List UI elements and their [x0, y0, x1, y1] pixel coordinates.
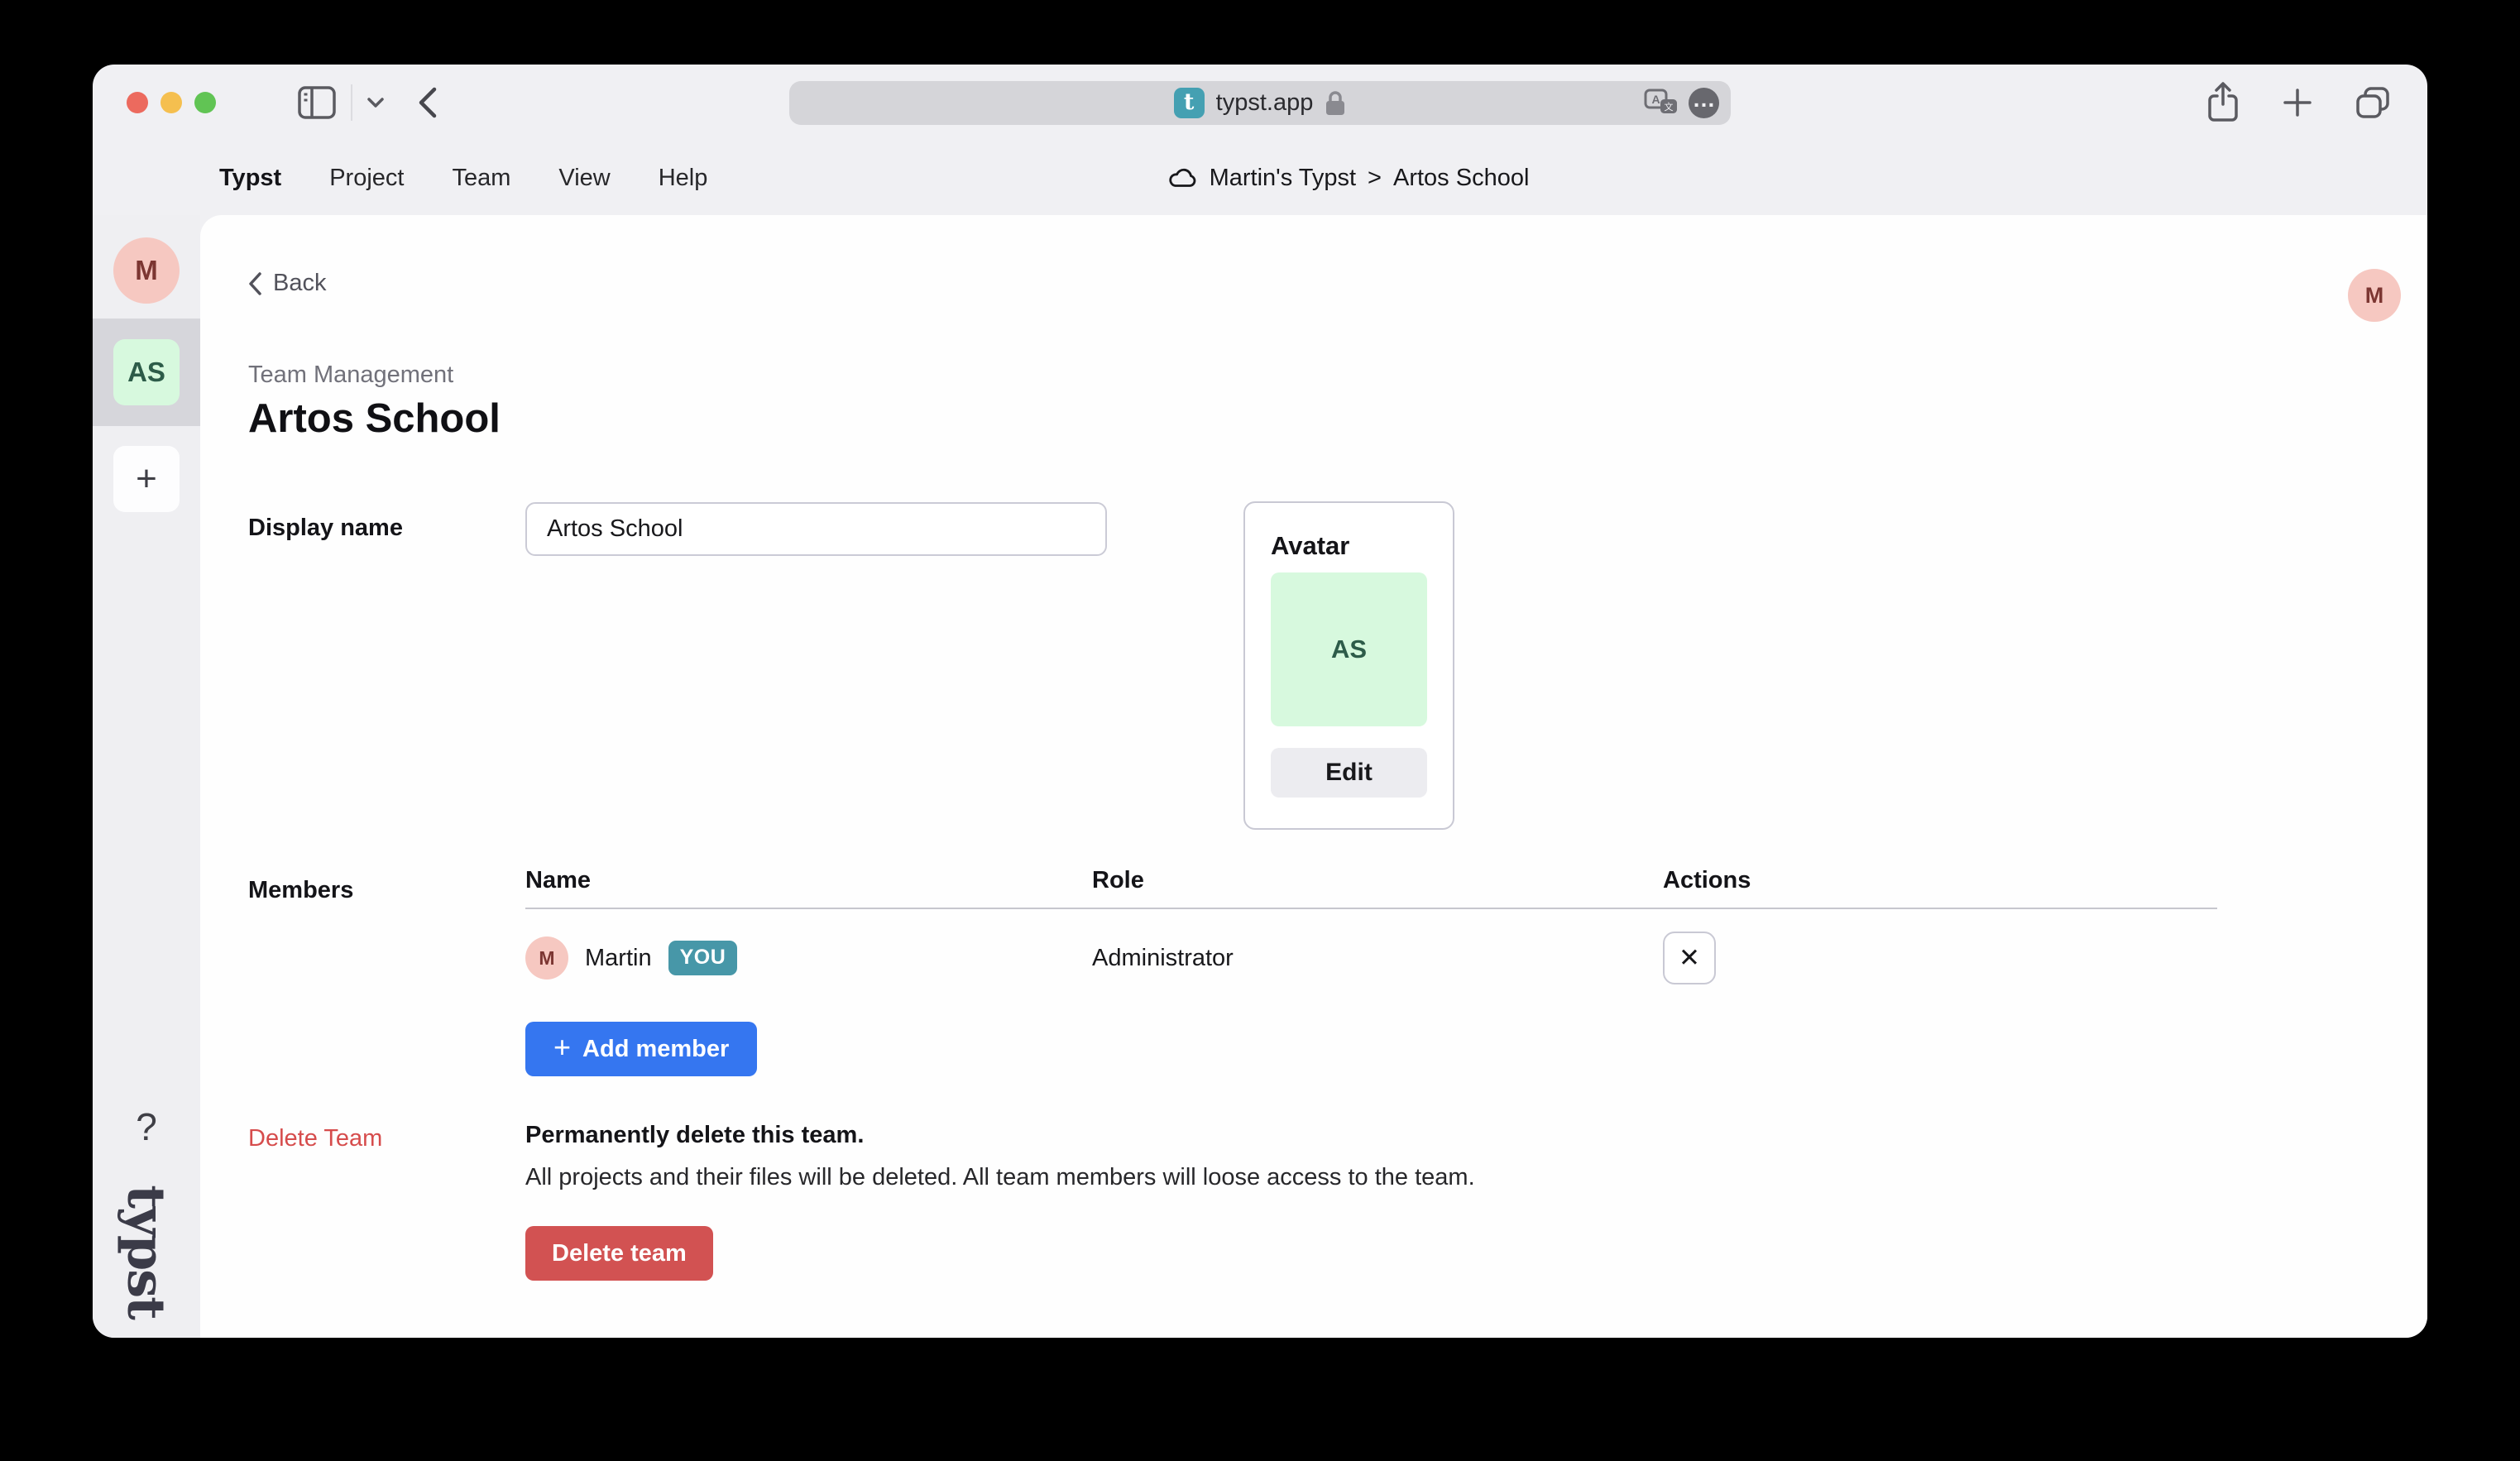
address-bar-tools: A 文 …	[1644, 81, 1719, 125]
address-bar[interactable]: t typst.app A 文	[789, 81, 1731, 125]
menu-team[interactable]: Team	[452, 165, 510, 192]
member-role: Administrator	[1092, 945, 1663, 972]
member-name-cell: M Martin YOU	[525, 936, 1092, 980]
page-title: Artos School	[248, 395, 501, 442]
add-member-button[interactable]: + Add member	[525, 1022, 757, 1076]
sidebar-selected-band: AS	[93, 319, 200, 426]
delete-team-button[interactable]: Delete team	[525, 1226, 713, 1281]
member-actions-cell: ✕	[1663, 932, 2217, 984]
section-eyebrow: Team Management	[248, 362, 453, 389]
members-label: Members	[248, 877, 353, 904]
breadcrumb-current[interactable]: Artos School	[1393, 165, 1529, 192]
content-area: M AS + ? typst Back M	[93, 215, 2427, 1338]
address-bar-content: t typst.app	[1174, 88, 1347, 118]
app-header: Typst Project Team View Help Martin's Ty…	[93, 141, 2427, 215]
sidebar-user-avatar[interactable]: M	[113, 237, 180, 304]
display-name-input[interactable]	[525, 502, 1107, 556]
sidebar: M AS + ? typst	[93, 215, 200, 1338]
url-text: typst.app	[1216, 89, 1314, 117]
chevron-down-icon[interactable]	[366, 96, 386, 109]
table-divider	[525, 908, 2217, 909]
members-table-header: Name Role Actions	[525, 867, 2217, 894]
svg-text:A: A	[1651, 93, 1660, 106]
back-link[interactable]: Back	[247, 270, 326, 297]
help-icon[interactable]: ?	[136, 1104, 157, 1149]
column-header-actions: Actions	[1663, 867, 2217, 894]
delete-warning-body: All projects and their files will be del…	[525, 1164, 1932, 1191]
close-window-button[interactable]	[127, 92, 148, 113]
sidebar-bottom: ? typst	[93, 1104, 200, 1326]
browser-window: t typst.app A 文	[93, 65, 2427, 1338]
display-name-label: Display name	[248, 515, 403, 542]
column-header-name: Name	[525, 867, 1092, 894]
traffic-lights	[127, 92, 216, 113]
tab-overview-icon[interactable]	[2355, 85, 2391, 120]
cloud-icon	[1168, 167, 1198, 189]
sidebar-team-avatar[interactable]: AS	[113, 339, 180, 405]
breadcrumb-workspace[interactable]: Martin's Typst	[1210, 165, 1356, 192]
column-header-role: Role	[1092, 867, 1663, 894]
add-member-label: Add member	[582, 1036, 729, 1063]
breadcrumb: Martin's Typst > Artos School	[1168, 141, 1530, 215]
delete-team-block: Permanently delete this team. All projec…	[525, 1122, 1932, 1281]
delete-warning-title: Permanently delete this team.	[525, 1122, 1932, 1149]
typst-logo-wrap: typst	[93, 1177, 200, 1326]
avatar-card: Avatar AS Edit	[1243, 501, 1454, 830]
sidebar-add-team-button[interactable]: +	[113, 446, 180, 512]
zoom-window-button[interactable]	[194, 92, 216, 113]
divider	[351, 84, 352, 121]
back-navigation-icon[interactable]	[415, 85, 438, 120]
site-favicon: t	[1174, 88, 1205, 118]
you-badge: YOU	[668, 941, 738, 975]
chrome-right-icons	[2206, 65, 2391, 141]
remove-member-button[interactable]: ✕	[1663, 932, 1716, 984]
lock-icon	[1325, 90, 1346, 117]
browser-chrome: t typst.app A 文	[93, 65, 2427, 141]
menu-view[interactable]: View	[558, 165, 610, 192]
member-name: Martin	[585, 945, 652, 972]
account-avatar[interactable]: M	[2348, 269, 2401, 322]
edit-avatar-button[interactable]: Edit	[1271, 748, 1427, 798]
app-menubar: Typst Project Team View Help	[219, 141, 707, 215]
translate-icon[interactable]: A 文	[1644, 89, 1679, 118]
menu-project[interactable]: Project	[329, 165, 404, 192]
chrome-nav-icons	[298, 65, 438, 141]
breadcrumb-separator: >	[1368, 165, 1382, 192]
typst-logo: typst	[117, 1185, 177, 1319]
close-icon: ✕	[1679, 943, 1700, 973]
share-icon[interactable]	[2206, 81, 2240, 124]
members-table: Name Role Actions M Martin YOU Administr…	[525, 867, 2217, 1076]
main-panel: Back M Team Management Artos School Disp…	[200, 215, 2427, 1338]
plus-icon: +	[553, 1030, 571, 1065]
team-avatar-preview: AS	[1271, 572, 1427, 726]
menu-typst[interactable]: Typst	[219, 165, 281, 192]
menu-help[interactable]: Help	[659, 165, 708, 192]
chevron-left-icon	[247, 271, 263, 296]
sidebar-toggle-icon[interactable]	[298, 86, 336, 119]
new-tab-icon[interactable]	[2282, 87, 2313, 118]
table-row: M Martin YOU Administrator ✕	[525, 916, 2217, 1000]
delete-team-label: Delete Team	[248, 1125, 382, 1152]
svg-text:文: 文	[1665, 101, 1674, 113]
member-avatar: M	[525, 936, 568, 980]
extensions-menu-icon[interactable]: …	[1689, 88, 1719, 118]
avatar-card-title: Avatar	[1271, 531, 1427, 561]
back-label: Back	[273, 270, 326, 297]
minimize-window-button[interactable]	[160, 92, 182, 113]
